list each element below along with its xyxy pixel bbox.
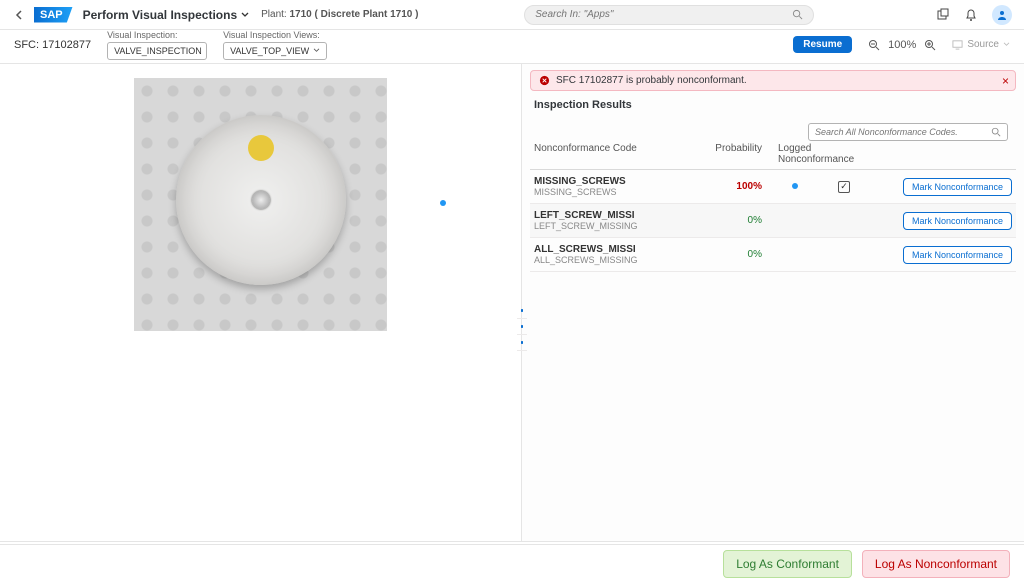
inspection-view-select[interactable]: VALVE_TOP_VIEW bbox=[223, 42, 327, 60]
bell-icon[interactable] bbox=[964, 8, 978, 22]
resume-button[interactable]: Resume bbox=[793, 36, 852, 53]
history-icon[interactable] bbox=[936, 8, 950, 22]
defect-marker-blue bbox=[440, 200, 446, 206]
visual-inspection-select[interactable]: VALVE_INSPECTION bbox=[107, 42, 207, 60]
table-row: MISSING_SCREWSMISSING_SCREWS100% Mark Non… bbox=[530, 170, 1016, 204]
search-codes-input[interactable] bbox=[815, 127, 991, 137]
nc-code: MISSING_SCREWS bbox=[534, 176, 692, 187]
inspection-view-label: Visual Inspection Views: bbox=[223, 30, 327, 40]
back-icon[interactable] bbox=[12, 8, 26, 22]
log-conformant-button[interactable]: Log As Conformant bbox=[723, 550, 852, 578]
results-title: Inspection Results bbox=[534, 99, 1016, 111]
probability-value: 0% bbox=[692, 249, 762, 260]
zoom-in-icon[interactable] bbox=[924, 39, 936, 51]
table-row: ALL_SCREWS_MISSIALL_SCREWS_MISSING0% Mark… bbox=[530, 238, 1016, 272]
nc-code: LEFT_SCREW_MISSI bbox=[534, 210, 692, 221]
col-header-probability: Probability bbox=[692, 143, 762, 165]
split-handle[interactable] bbox=[517, 303, 527, 321]
mark-nonconformance-button[interactable]: Mark Nonconformance bbox=[903, 246, 1012, 264]
zoom-out-icon[interactable] bbox=[868, 39, 880, 51]
chevron-down-icon bbox=[241, 12, 249, 18]
search-icon bbox=[991, 127, 1001, 137]
search-input[interactable] bbox=[535, 9, 792, 20]
global-search[interactable] bbox=[524, 5, 814, 25]
probability-value: 0% bbox=[692, 215, 762, 226]
mark-nonconformance-button[interactable]: Mark Nonconformance bbox=[903, 212, 1012, 230]
sfc-label: SFC: 17102877 bbox=[14, 39, 91, 51]
source-icon bbox=[952, 39, 963, 50]
nc-code-desc: MISSING_SCREWS bbox=[534, 187, 692, 197]
dot-indicator bbox=[792, 183, 798, 189]
sap-logo: SAP bbox=[34, 7, 73, 23]
banner-close-icon[interactable]: × bbox=[1002, 74, 1009, 88]
plant-info: Plant: 1710 ( Discrete Plant 1710 ) bbox=[261, 9, 418, 20]
user-avatar[interactable] bbox=[992, 5, 1012, 25]
zoom-level: 100% bbox=[888, 39, 916, 51]
nonconformance-banner: SFC 17102877 is probably nonconformant. … bbox=[530, 70, 1016, 91]
image-viewer[interactable] bbox=[0, 64, 522, 541]
col-header-code: Nonconformance Code bbox=[534, 143, 692, 165]
table-row: LEFT_SCREW_MISSILEFT_SCREW_MISSING0% Mark… bbox=[530, 204, 1016, 238]
chevron-down-icon bbox=[313, 48, 320, 53]
mark-nonconformance-button[interactable]: Mark Nonconformance bbox=[903, 178, 1012, 196]
source-dropdown[interactable]: Source bbox=[952, 39, 1010, 50]
error-icon bbox=[539, 75, 550, 86]
page-title[interactable]: Perform Visual Inspections bbox=[83, 8, 250, 22]
banner-text: SFC 17102877 is probably nonconformant. bbox=[556, 75, 747, 86]
search-nonconformance-codes[interactable] bbox=[808, 123, 1008, 141]
col-header-logged: Logged Nonconformance bbox=[762, 143, 882, 165]
chevron-down-icon bbox=[1003, 42, 1010, 47]
inspection-image bbox=[134, 78, 387, 331]
search-icon bbox=[792, 9, 803, 20]
results-table-header: Nonconformance Code Probability Logged N… bbox=[530, 139, 1016, 170]
nc-code-desc: LEFT_SCREW_MISSING bbox=[534, 221, 692, 231]
log-nonconformant-button[interactable]: Log As Nonconformant bbox=[862, 550, 1010, 578]
nc-code-desc: ALL_SCREWS_MISSING bbox=[534, 255, 692, 265]
visual-inspection-label: Visual Inspection: bbox=[107, 30, 207, 40]
defect-marker-yellow bbox=[248, 135, 274, 161]
page-title-text: Perform Visual Inspections bbox=[83, 8, 238, 22]
probability-value: 100% bbox=[692, 181, 762, 192]
results-panel: SFC 17102877 is probably nonconformant. … bbox=[522, 64, 1024, 541]
nc-code: ALL_SCREWS_MISSI bbox=[534, 244, 692, 255]
logged-checkbox[interactable] bbox=[838, 181, 850, 193]
